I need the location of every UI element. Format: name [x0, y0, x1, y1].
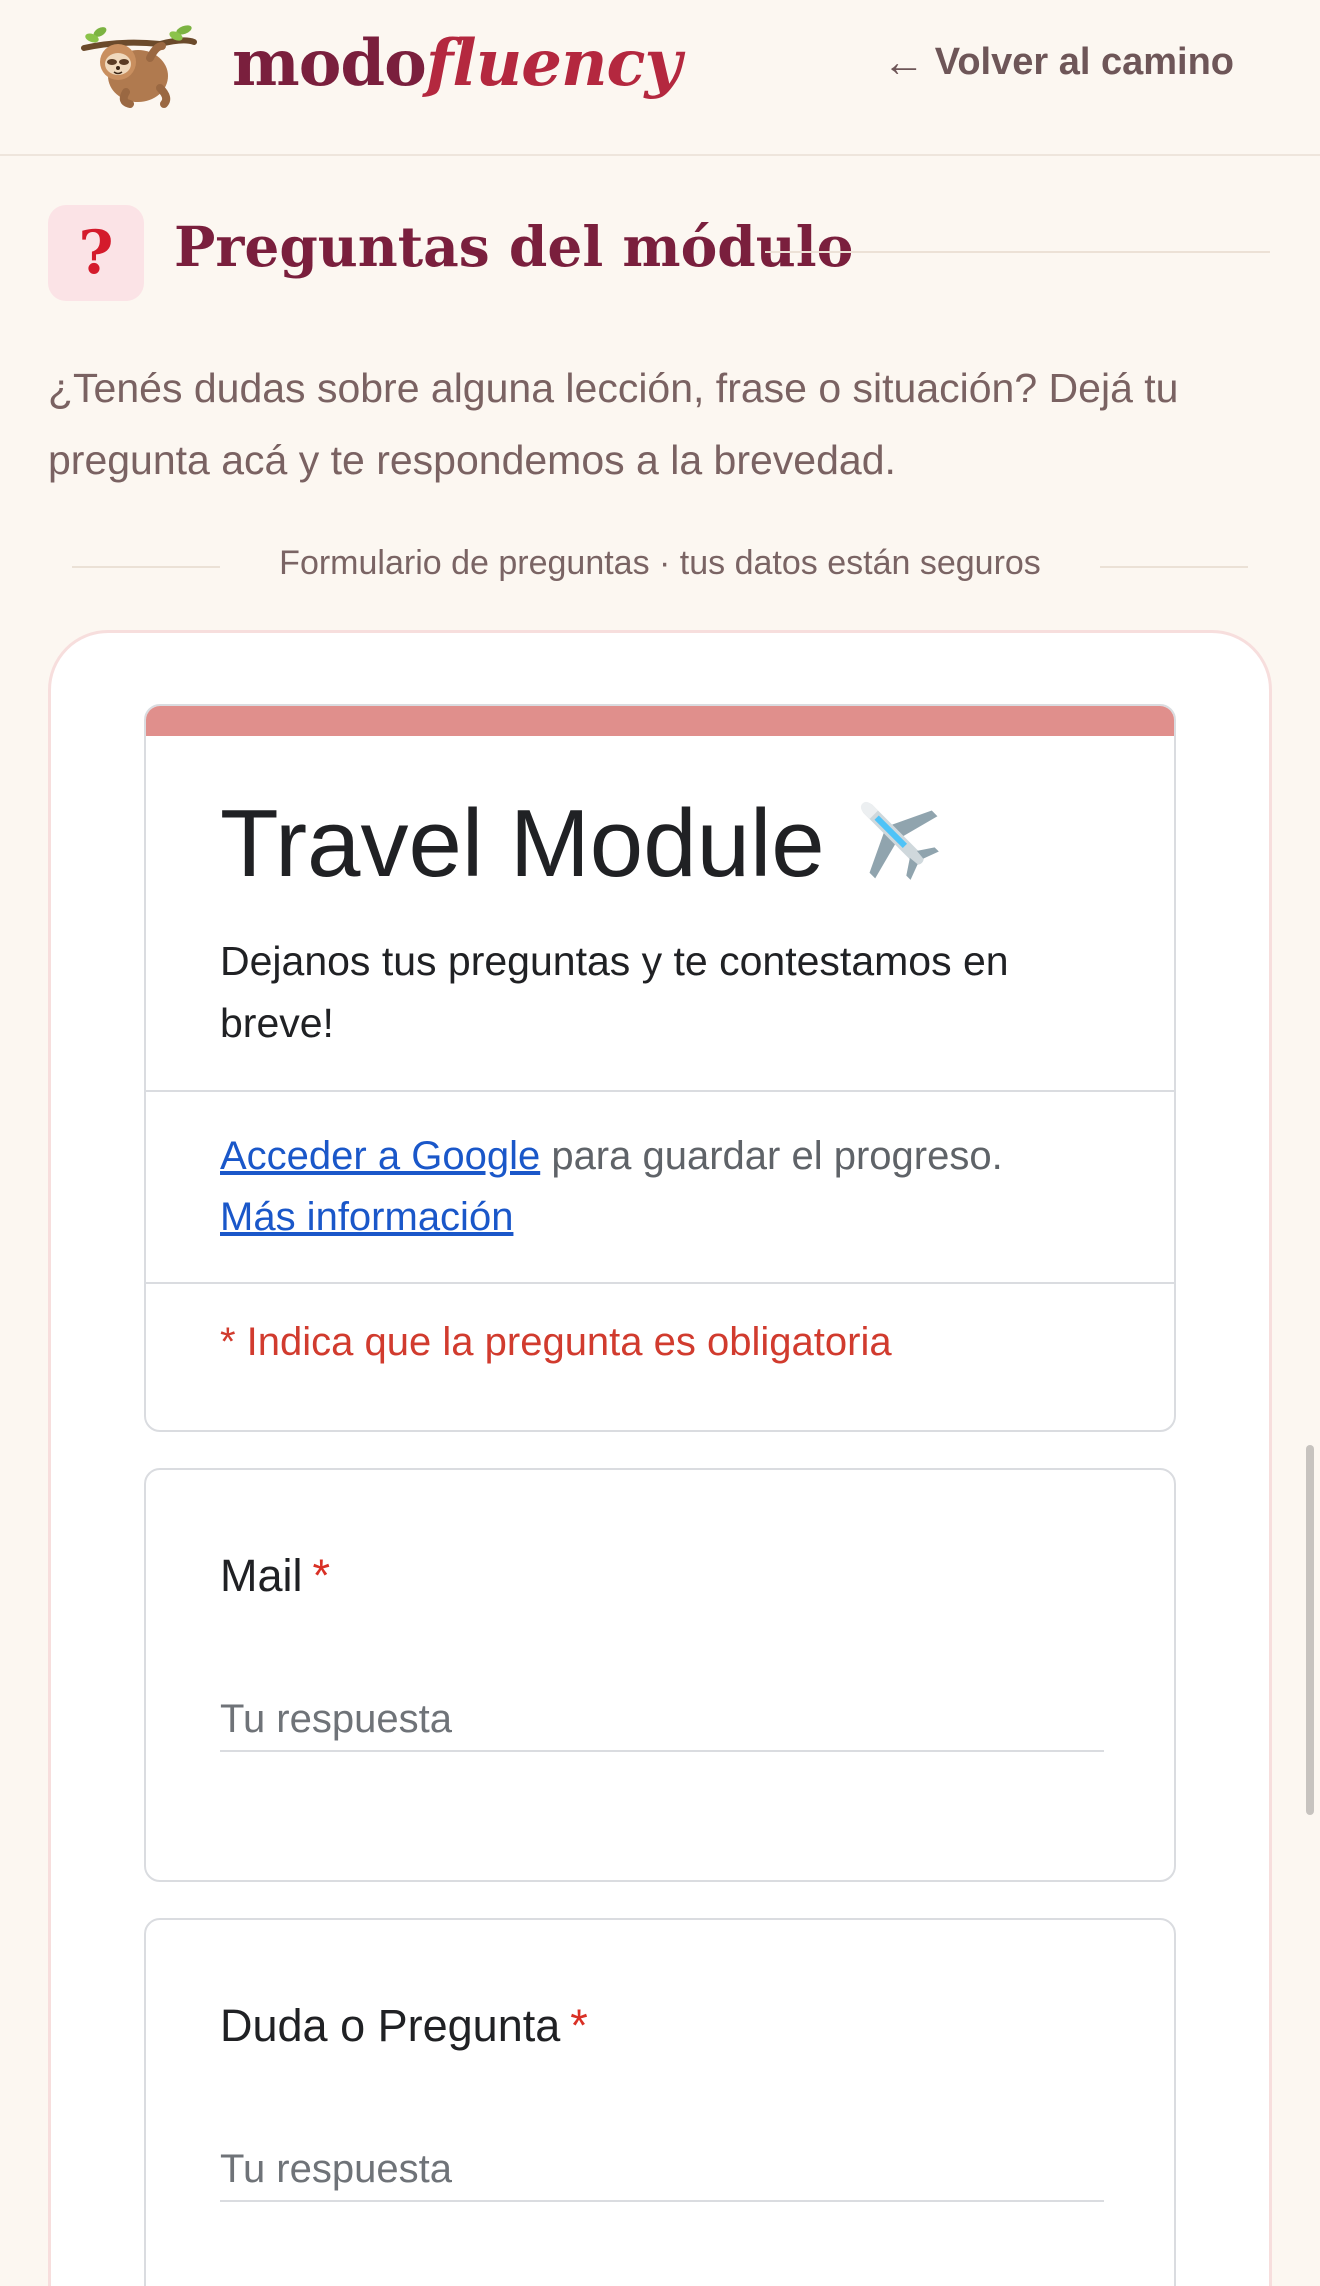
back-link-label: Volver al camino — [934, 40, 1234, 83]
scrollbar[interactable] — [1306, 1445, 1314, 1815]
signin-google-link[interactable]: Acceder a Google — [220, 1134, 540, 1178]
section-title: Preguntas del módulo — [174, 214, 854, 279]
question-card-mail: Mail * — [144, 1468, 1176, 1882]
form-separator — [146, 1282, 1174, 1284]
back-to-path-link[interactable]: ← Volver al camino — [883, 38, 1234, 86]
more-info-link[interactable]: Más información — [220, 1195, 513, 1239]
signin-notice: Acceder a Google para guardar el progres… — [220, 1126, 1120, 1248]
airplane-icon — [860, 801, 939, 880]
form-description: Dejanos tus preguntas y te contestamos e… — [220, 938, 1009, 1046]
form-title: Travel Module — [220, 786, 947, 899]
question-label-text: Mail — [220, 1550, 303, 1601]
question-label-text: Duda o Pregunta — [220, 2000, 561, 2051]
required-asterisk: * — [312, 1550, 331, 1601]
question-card-question: Duda o Pregunta * — [144, 1918, 1176, 2286]
form-title-text: Travel Module — [220, 790, 825, 897]
form-accent-bar — [146, 706, 1174, 736]
required-asterisk: * — [570, 2000, 588, 2051]
brand-name: modofluency — [232, 25, 682, 101]
form-divider: Formulario de preguntas · tus datos está… — [72, 540, 1248, 592]
brand-part-1: modo — [232, 25, 427, 101]
brand-part-2: fluency — [425, 25, 682, 101]
question-mark-icon: ? — [48, 205, 144, 301]
question-label: Mail * — [220, 1550, 330, 1602]
question-label: Duda o Pregunta * — [220, 2000, 588, 2052]
question-field[interactable] — [220, 2138, 1104, 2202]
sloth-icon — [81, 25, 197, 108]
form-header-card: Travel Module Dejanos tus preguntas y te… — [144, 704, 1176, 1432]
arrow-left-icon: ← — [882, 38, 925, 85]
required-note: * Indica que la pregunta es obligatoria — [220, 1320, 892, 1364]
divider-line-right — [1100, 566, 1248, 568]
form-divider-label: Formulario de preguntas · tus datos está… — [279, 544, 1041, 582]
logo[interactable]: modofluency — [80, 18, 682, 108]
site-header: modofluency ← Volver al camino — [0, 0, 1320, 156]
signin-text: para guardar el progreso. — [540, 1134, 1003, 1178]
divider-line-left — [72, 566, 220, 568]
section-intro: ¿Tenés dudas sobre alguna lección, frase… — [48, 365, 1179, 483]
form-separator — [146, 1090, 1174, 1092]
email-field[interactable] — [220, 1688, 1104, 1752]
title-divider — [765, 251, 1270, 253]
